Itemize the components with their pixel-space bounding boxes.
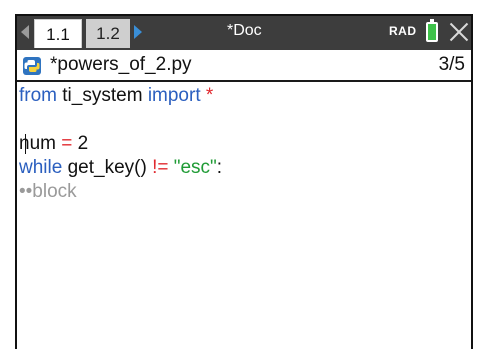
battery-icon bbox=[426, 19, 438, 42]
tab-1-2[interactable]: 1.2 bbox=[86, 19, 130, 48]
number-literal: 2 bbox=[72, 133, 89, 154]
code-line-4: while get_key() != "esc": bbox=[19, 156, 459, 180]
code-line-5: ••block bbox=[19, 180, 459, 204]
code-line-3: num = 2 bbox=[19, 132, 459, 156]
string-literal: "esc" bbox=[168, 157, 217, 178]
keyword-while: while bbox=[19, 157, 63, 178]
title-bar: 1.1 1.2 *Doc RAD bbox=[17, 16, 471, 50]
block-placeholder[interactable]: ••block bbox=[19, 181, 77, 202]
close-icon[interactable] bbox=[448, 20, 470, 44]
file-name: *powers_of_2.py bbox=[50, 54, 192, 75]
python-file-icon bbox=[23, 57, 41, 75]
keyword-from: from bbox=[19, 85, 57, 106]
colon: : bbox=[216, 157, 223, 178]
module-name: ti_system bbox=[57, 85, 148, 106]
page-indicator: 3/5 bbox=[438, 54, 465, 75]
calculator-screen: 1.1 1.2 *Doc RAD *powers_of_2.py 3/5 fro… bbox=[15, 14, 473, 349]
angle-mode-indicator: RAD bbox=[389, 24, 417, 38]
file-header: *powers_of_2.py 3/5 bbox=[17, 50, 471, 82]
code-line-1: from ti_system import * bbox=[19, 84, 459, 108]
tab-1-1[interactable]: 1.1 bbox=[34, 19, 82, 48]
document-title: *Doc bbox=[227, 22, 262, 39]
function-call: get_key() bbox=[62, 157, 153, 178]
assign-operator: = bbox=[61, 133, 73, 154]
code-editor[interactable]: from ti_system import * num = 2 while ge… bbox=[19, 84, 459, 204]
text-cursor bbox=[25, 134, 26, 154]
tab-scroll-right-icon[interactable] bbox=[134, 25, 142, 39]
import-star: * bbox=[200, 85, 214, 106]
not-equal-operator: != bbox=[152, 157, 169, 178]
tab-scroll-left-icon[interactable] bbox=[21, 25, 29, 39]
keyword-import: import bbox=[147, 85, 201, 106]
